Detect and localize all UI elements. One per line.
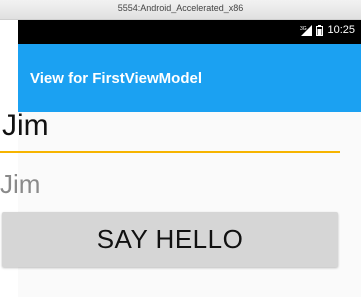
- window-title: 5554:Android_Accelerated_x86: [117, 3, 244, 13]
- battery-icon: [316, 24, 324, 36]
- network-type-label: 3G: [300, 26, 307, 32]
- status-bar: 3G 10:25: [18, 20, 361, 44]
- signal-icon: 3G: [300, 24, 313, 36]
- app-title: View for FirstViewModel: [30, 70, 202, 87]
- window-titlebar: 5554:Android_Accelerated_x86: [0, 0, 361, 20]
- status-time: 10:25: [327, 24, 355, 36]
- name-input[interactable]: [0, 101, 340, 153]
- status-icons: 3G 10:25: [300, 24, 355, 36]
- echo-text: Jim: [0, 169, 41, 199]
- say-hello-button[interactable]: SAY HELLO: [2, 212, 338, 267]
- name-input-row: [0, 101, 340, 153]
